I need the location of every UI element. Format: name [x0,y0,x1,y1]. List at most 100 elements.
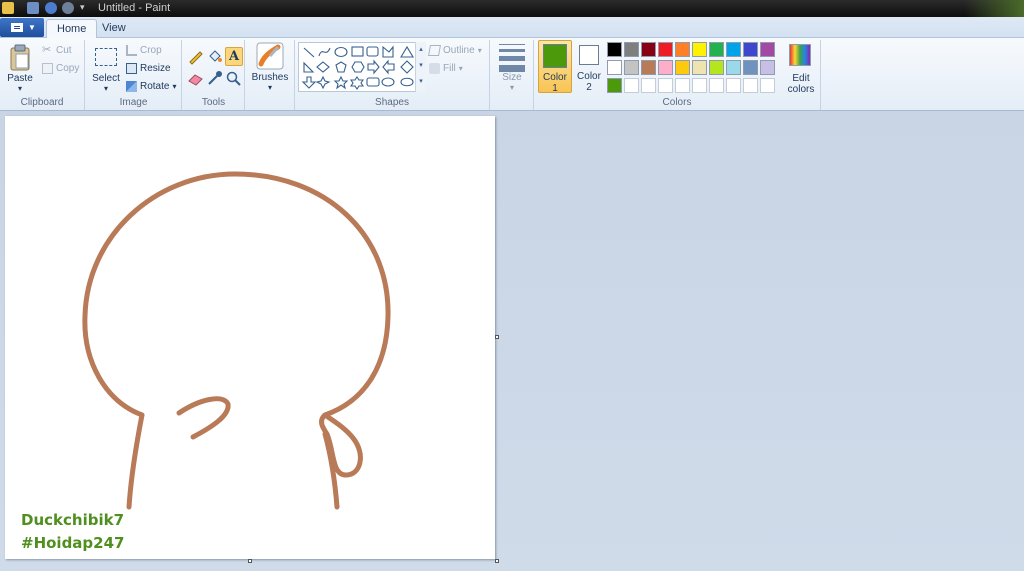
copy-label: Copy [56,63,80,74]
watermark-line1: Duckchibik7 [21,511,125,529]
customize-toolbar-icon[interactable]: ▾ [80,2,85,13]
shapes-scroll[interactable]: ▴ ▾ ▾ [415,42,426,92]
empty-color-slot[interactable] [709,78,724,93]
palette-color-swatch[interactable] [675,42,690,57]
rotate-button[interactable]: Rotate ▾ [126,81,176,92]
crop-button[interactable]: Crop [126,45,162,56]
watermark-line2: #Hoidap247 [21,534,125,552]
palette-color-swatch[interactable] [675,60,690,75]
tools-group: A Tools [183,40,245,110]
paint-menu-button[interactable]: ▼ [0,18,44,37]
image-group-label: Image [119,97,148,108]
fill-tool[interactable] [206,48,223,65]
color2-swatch [579,45,599,65]
magnifier-tool[interactable] [225,70,242,87]
fill-bucket-icon [209,50,222,62]
rotate-label: Rotate [140,81,170,92]
drawing-strokes [82,171,391,510]
save-icon[interactable] [27,2,39,14]
size-icon [499,44,525,72]
rainbow-icon [789,44,811,66]
shapes-gallery[interactable] [298,42,426,92]
text-tool[interactable]: A [225,47,243,66]
custom-color-swatch[interactable] [607,78,622,93]
copy-button[interactable]: Copy [42,63,79,74]
palette-color-swatch[interactable] [743,42,758,57]
redo-icon[interactable] [62,2,74,14]
resize-label: Resize [140,63,171,74]
empty-color-slot[interactable] [726,78,741,93]
clipboard-group: Paste ▾ ✂ Cut Copy Clipboard [0,40,85,110]
resize-handle-corner[interactable] [495,559,499,563]
paint-app-icon[interactable] [2,2,14,14]
palette-color-swatch[interactable] [709,60,724,75]
resize-handle-bottom[interactable] [248,559,252,563]
title-bar: ▾ Untitled - Paint [0,0,1024,17]
palette-color-swatch[interactable] [641,60,656,75]
text-icon: A [229,49,240,64]
select-button[interactable]: Select ▾ [90,42,122,93]
chevron-down-icon: ▾ [17,84,22,93]
tab-home[interactable]: Home [46,19,98,38]
left-neck-line [126,412,145,510]
empty-color-slot[interactable] [743,78,758,93]
resize-handle-right[interactable] [495,335,499,339]
empty-color-slot[interactable] [675,78,690,93]
empty-color-slot[interactable] [692,78,707,93]
palette-color-swatch[interactable] [607,42,622,57]
cut-button[interactable]: ✂ Cut [42,44,72,57]
drawing-canvas[interactable]: Duckchibik7 #Hoidap247 [5,116,495,559]
undo-icon[interactable] [45,2,57,14]
palette-color-swatch[interactable] [641,42,656,57]
head-outline [82,171,391,418]
ribbon-tabs: ▼ Home View [0,17,1024,38]
palette-color-swatch[interactable] [726,42,741,57]
empty-color-slot[interactable] [760,78,775,93]
pencil-tool[interactable] [187,48,204,65]
color1-label: Color [543,72,567,83]
edit-colors-button[interactable]: Edit colors [784,42,818,95]
shapes-group-label: Shapes [375,97,409,108]
outline-icon [428,45,441,56]
rotate-icon [126,81,137,92]
fill-button[interactable]: Fill ▾ [429,63,463,74]
palette-color-swatch[interactable] [692,42,707,57]
color1-button[interactable]: Color 1 [538,40,572,94]
color2-number: 2 [586,82,592,93]
menu-icon [11,23,23,32]
color-picker-tool[interactable] [206,70,223,87]
palette-color-swatch[interactable] [692,60,707,75]
palette-color-swatch[interactable] [760,42,775,57]
palette-color-swatch[interactable] [607,60,622,75]
palette-color-swatch[interactable] [743,60,758,75]
eraser-icon [188,74,203,86]
palette-color-swatch[interactable] [624,60,639,75]
chevron-down-icon: ▾ [477,46,482,55]
empty-color-slot[interactable] [641,78,656,93]
outline-button[interactable]: Outline ▾ [428,45,482,56]
edit-colors-label-2: colors [787,84,815,95]
image-group: Select ▾ Crop Resize Rotate ▾ Image [86,40,182,110]
palette-color-swatch[interactable] [760,60,775,75]
palette-color-swatch[interactable] [624,42,639,57]
clipboard-group-label: Clipboard [20,97,64,108]
empty-color-slot[interactable] [624,78,639,93]
outline-label: Outline [443,45,475,56]
palette-color-swatch[interactable] [709,42,724,57]
paste-button[interactable]: Paste ▾ [4,42,36,93]
empty-color-slot[interactable] [658,78,673,93]
brushes-button[interactable]: Brushes ▾ [250,42,290,94]
palette-color-swatch[interactable] [658,60,673,75]
size-button[interactable]: Size ▾ [494,42,530,94]
resize-button[interactable]: Resize [126,63,171,74]
eraser-tool[interactable] [187,70,204,87]
color-palette [607,42,787,98]
palette-color-swatch[interactable] [726,60,741,75]
window-controls[interactable] [964,0,1024,17]
chevron-down-icon: ▾ [103,84,108,93]
crop-icon [126,45,137,56]
tab-view[interactable]: View [92,19,136,38]
palette-color-swatch[interactable] [658,42,673,57]
color2-button[interactable]: Color 2 [574,40,604,93]
scissors-icon: ✂ [42,44,52,56]
